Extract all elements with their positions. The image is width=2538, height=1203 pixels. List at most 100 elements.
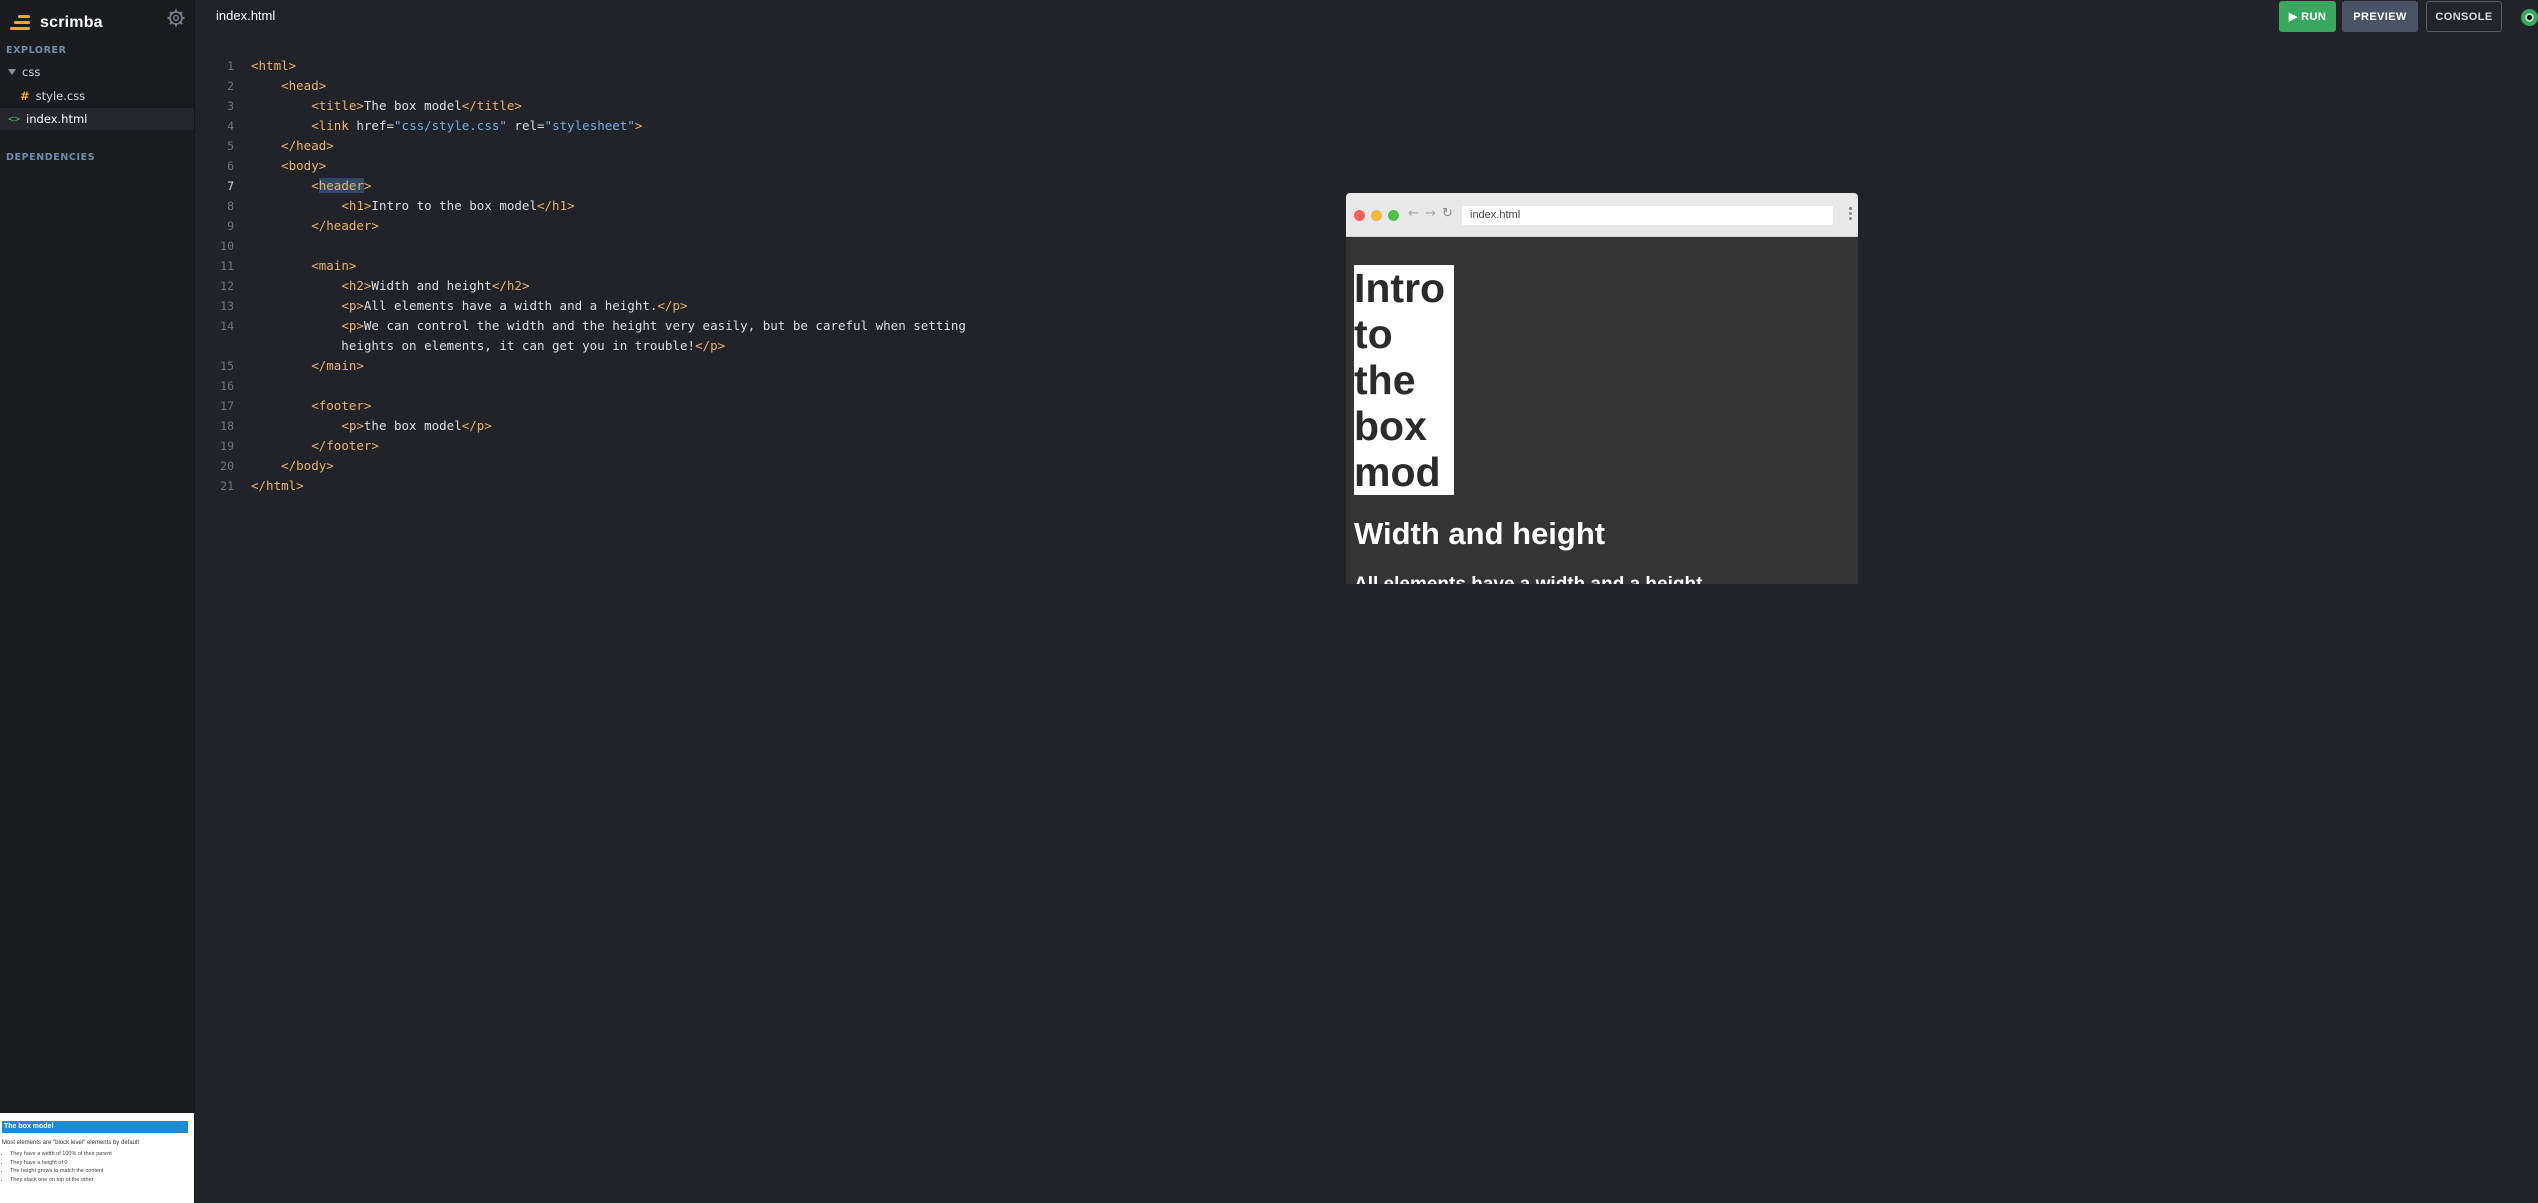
code-token: rel=: [506, 118, 545, 133]
line-number: 20: [220, 459, 234, 473]
code-line[interactable]: 15 </main>: [196, 356, 1346, 376]
line-number: 16: [220, 379, 234, 393]
code-token: the box model: [363, 418, 462, 433]
code-text: <p>We can control the width and the heig…: [251, 316, 966, 336]
reload-icon[interactable]: ↻: [1442, 206, 1453, 221]
app-name: scrimba: [40, 14, 103, 31]
code-line[interactable]: 10: [196, 236, 1346, 256]
dependencies-label[interactable]: DEPENDENCIES: [6, 152, 95, 163]
code-line[interactable]: 2 <head>: [196, 76, 1346, 96]
run-button[interactable]: ▶ RUN: [2279, 1, 2336, 32]
code-text: </html>: [251, 476, 304, 496]
code-text: </head>: [251, 136, 334, 156]
code-line[interactable]: 19 </footer>: [196, 436, 1346, 456]
code-token: <body>: [281, 158, 327, 173]
current-file-title: index.html: [216, 8, 276, 23]
code-line[interactable]: 8 <h1>Intro to the box model</h1>: [196, 196, 1346, 216]
console-button[interactable]: CONSOLE: [2426, 1, 2502, 32]
code-line[interactable]: 20 </body>: [196, 456, 1346, 476]
code-line[interactable]: 11 <main>: [196, 256, 1346, 276]
code-token: <title>: [311, 98, 364, 113]
line-number: 1: [227, 59, 234, 73]
slide-thumbnail[interactable]: The box model Most elements are "block l…: [0, 1113, 194, 1203]
code-text: <footer>: [251, 396, 371, 416]
code-line[interactable]: 21 </html>: [196, 476, 1346, 496]
code-line[interactable]: 5 </head>: [196, 136, 1346, 156]
preview-paragraph: All elements have a width and a height.: [1354, 574, 1708, 584]
explorer-label: EXPLORER: [6, 45, 67, 56]
line-number: 9: [227, 219, 234, 233]
code-line[interactable]: 16: [196, 376, 1346, 396]
forward-arrow-icon[interactable]: →: [1425, 206, 1436, 221]
code-token: <p>: [341, 418, 364, 433]
code-token: heights on elements, it can get you in t…: [251, 338, 696, 353]
code-token: <link: [311, 118, 349, 133]
slide-text: Most elements are "block level" elements…: [2, 1140, 139, 1146]
code-line[interactable]: heights on elements, it can get you in t…: [196, 336, 1346, 356]
code-token: >: [363, 178, 372, 193]
code-line[interactable]: 14 <p>We can control the width and the h…: [196, 316, 1346, 336]
line-number: 21: [220, 479, 234, 493]
code-line[interactable]: 1 <html>: [196, 56, 1346, 76]
code-token: "css/style.css": [394, 118, 507, 133]
code-line[interactable]: 4 <link href="css/style.css" rel="styles…: [196, 116, 1346, 136]
code-text: <head>: [251, 76, 326, 96]
line-number: 2: [227, 79, 234, 93]
maximize-dot-icon[interactable]: [1388, 210, 1399, 221]
code-line[interactable]: 6 <body>: [196, 156, 1346, 176]
code-line[interactable]: 3 <title>The box model</title>: [196, 96, 1346, 116]
code-line[interactable]: 13 <p>All elements have a width and a he…: [196, 296, 1346, 316]
sidebar: scrimba EXPLORER css # style.css <> inde…: [0, 0, 195, 1203]
folder-label: css: [22, 65, 41, 79]
minimize-dot-icon[interactable]: [1371, 210, 1382, 221]
code-token: </p>: [695, 338, 726, 353]
file-style-css[interactable]: # style.css: [0, 85, 194, 107]
line-number: 18: [220, 419, 234, 433]
scrimba-logo[interactable]: scrimba: [8, 10, 103, 36]
code-text: <html>: [251, 56, 296, 76]
avatar[interactable]: [2521, 9, 2538, 26]
more-menu-icon[interactable]: [1849, 207, 1852, 222]
code-token: "stylesheet": [544, 118, 635, 133]
code-editor[interactable]: 1 <html> 2 <head> 3 <title>The box model</t…: [196, 56, 1346, 496]
code-token: <head>: [281, 78, 327, 93]
code-text: <p>All elements have a width and a heigh…: [251, 296, 687, 316]
code-token: href=: [348, 118, 395, 133]
preview-window[interactable]: ← → ↻ index.html Intro to the box model …: [1346, 193, 1858, 584]
line-number: 13: [220, 299, 234, 313]
preview-button[interactable]: PREVIEW: [2342, 1, 2418, 32]
code-line[interactable]: 18 <p>the box model</p>: [196, 416, 1346, 436]
preview-header-box: Intro to the box model: [1354, 265, 1454, 495]
close-dot-icon[interactable]: [1354, 210, 1365, 221]
file-index-html[interactable]: <> index.html: [0, 108, 194, 130]
code-token: </header>: [311, 218, 379, 233]
code-text: <h2>Width and height</h2>: [251, 276, 529, 296]
line-number: 14: [220, 319, 234, 333]
line-number: 10: [220, 239, 234, 253]
address-bar[interactable]: index.html: [1462, 206, 1833, 225]
code-line[interactable]: 17 <footer>: [196, 396, 1346, 416]
back-arrow-icon[interactable]: ←: [1408, 206, 1419, 221]
hash-icon: #: [20, 89, 30, 103]
code-line[interactable]: 7 <header>: [196, 176, 1346, 196]
slide-title: The box model: [2, 1121, 188, 1133]
code-token: <html>: [251, 58, 297, 73]
line-number: 11: [220, 259, 234, 273]
gear-icon[interactable]: [166, 8, 186, 28]
code-line[interactable]: 9 </header>: [196, 216, 1346, 236]
code-icon: <>: [8, 113, 21, 125]
folder-css[interactable]: css: [0, 61, 194, 83]
code-line[interactable]: 12 <h2>Width and height</h2>: [196, 276, 1346, 296]
